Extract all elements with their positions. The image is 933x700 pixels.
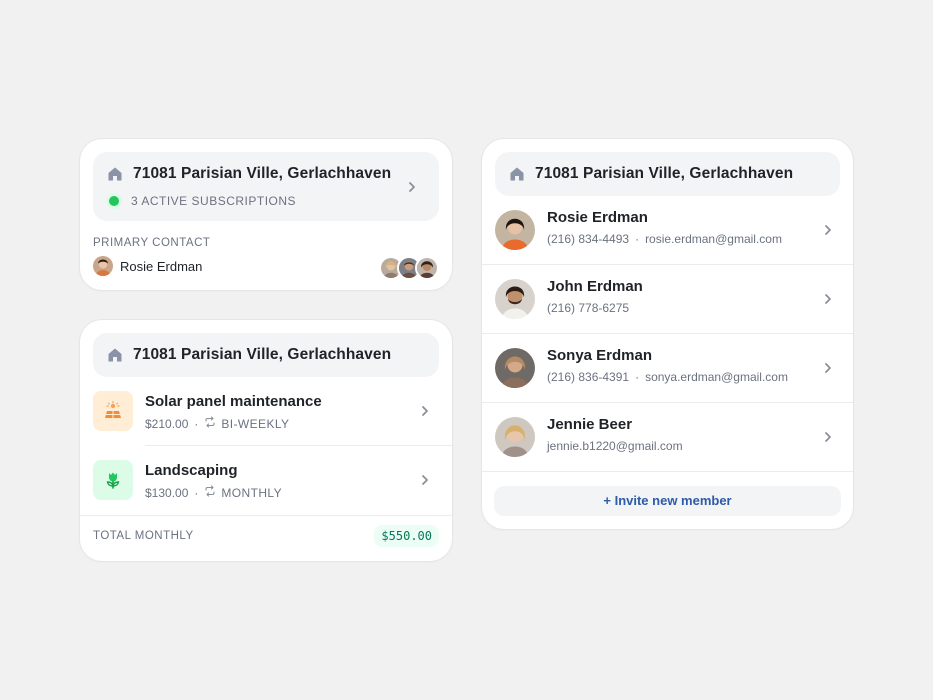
separator: · — [635, 370, 640, 384]
member-name: Sonya Erdman — [547, 347, 653, 364]
chevron-right-icon[interactable] — [821, 223, 835, 237]
invite-member-button[interactable]: + Invite new member — [494, 486, 841, 516]
property-header: 71081 Parisian Ville, Gerlachhaven — [93, 333, 439, 377]
repeat-icon — [204, 416, 216, 431]
property-summary-card: 71081 Parisian Ville, Gerlachhaven 3 ACT… — [80, 139, 452, 290]
member-row[interactable]: John Erdman (216) 778-6275 — [482, 265, 853, 334]
member-contact: (216) 778-6275 — [547, 301, 629, 315]
member-contact: (216) 834-4493 · rosie.erdman@gmail.com — [547, 232, 782, 246]
service-frequency: BI-WEEKLY — [221, 416, 290, 431]
home-icon — [107, 347, 123, 363]
service-row-solar[interactable]: Solar panel maintenance $210.00 · BI-WEE… — [80, 377, 452, 446]
chevron-right-icon[interactable] — [418, 473, 432, 487]
chevron-right-icon[interactable] — [821, 292, 835, 306]
service-frequency: MONTHLY — [221, 485, 282, 500]
chevron-right-icon[interactable] — [418, 404, 432, 418]
property-header: 71081 Parisian Ville, Gerlachhaven — [495, 152, 840, 196]
solar-panel-icon — [93, 391, 133, 431]
avatar — [495, 417, 535, 457]
members-card: 71081 Parisian Ville, Gerlachhaven Rosie… — [482, 139, 853, 529]
member-name: Rosie Erdman — [547, 209, 648, 226]
service-meta: $210.00 · BI-WEEKLY — [145, 416, 289, 431]
divider — [482, 471, 853, 472]
member-email: jennie.b1220@gmail.com — [547, 439, 683, 453]
service-meta: $130.00 · MONTHLY — [145, 485, 282, 500]
divider — [80, 515, 452, 516]
service-price: $130.00 — [145, 485, 189, 500]
repeat-icon — [204, 485, 216, 500]
chevron-right-icon[interactable] — [405, 180, 419, 194]
member-phone: (216) 778-6275 — [547, 301, 630, 315]
avatar — [495, 210, 535, 250]
member-row[interactable]: Jennie Beer jennie.b1220@gmail.com — [482, 403, 853, 472]
member-avatar-stack[interactable] — [379, 256, 439, 280]
status-dot-icon — [109, 196, 119, 206]
subscriptions-status: 3 ACTIVE SUBSCRIPTIONS — [131, 194, 297, 208]
member-phone: (216) 834-4493 — [547, 232, 630, 246]
avatar — [495, 348, 535, 388]
separator: · — [194, 485, 199, 500]
primary-contact-name: Rosie Erdman — [120, 258, 203, 274]
avatar — [93, 256, 113, 276]
member-phone: (216) 836-4391 — [547, 370, 630, 384]
avatar — [415, 256, 439, 280]
service-title: Solar panel maintenance — [145, 393, 322, 410]
member-contact: (216) 836-4391 · sonya.erdman@gmail.com — [547, 370, 788, 384]
total-monthly-label: TOTAL MONTHLY — [93, 530, 194, 542]
total-monthly-value: $550.00 — [374, 525, 439, 547]
home-icon — [107, 166, 123, 182]
member-contact: jennie.b1220@gmail.com — [547, 439, 683, 453]
plant-icon — [93, 460, 133, 500]
primary-contact-label: PRIMARY CONTACT — [93, 237, 211, 249]
member-row[interactable]: Rosie Erdman (216) 834-4493 · rosie.erdm… — [482, 196, 853, 265]
property-address: 71081 Parisian Ville, Gerlachhaven — [535, 165, 794, 182]
chevron-right-icon[interactable] — [821, 430, 835, 444]
member-row[interactable]: Sonya Erdman (216) 836-4391 · sonya.erdm… — [482, 334, 853, 403]
separator: · — [194, 416, 199, 431]
chevron-right-icon[interactable] — [821, 361, 835, 375]
service-title: Landscaping — [145, 462, 238, 479]
service-price: $210.00 — [145, 416, 189, 431]
primary-contact[interactable]: Rosie Erdman — [93, 256, 202, 276]
avatar — [495, 279, 535, 319]
services-card: 71081 Parisian Ville, Gerlachhaven Solar… — [80, 320, 452, 561]
home-icon — [509, 166, 525, 182]
property-address: 71081 Parisian Ville, Gerlachhaven — [133, 165, 392, 182]
property-header[interactable]: 71081 Parisian Ville, Gerlachhaven 3 ACT… — [93, 152, 439, 221]
member-email: rosie.erdman@gmail.com — [645, 232, 782, 246]
member-name: Jennie Beer — [547, 416, 633, 433]
service-row-landscaping[interactable]: Landscaping $130.00 · MONTHLY — [80, 446, 452, 515]
property-address: 71081 Parisian Ville, Gerlachhaven — [133, 346, 392, 363]
member-name: John Erdman — [547, 278, 643, 295]
member-email: sonya.erdman@gmail.com — [645, 370, 788, 384]
separator: · — [635, 232, 640, 246]
